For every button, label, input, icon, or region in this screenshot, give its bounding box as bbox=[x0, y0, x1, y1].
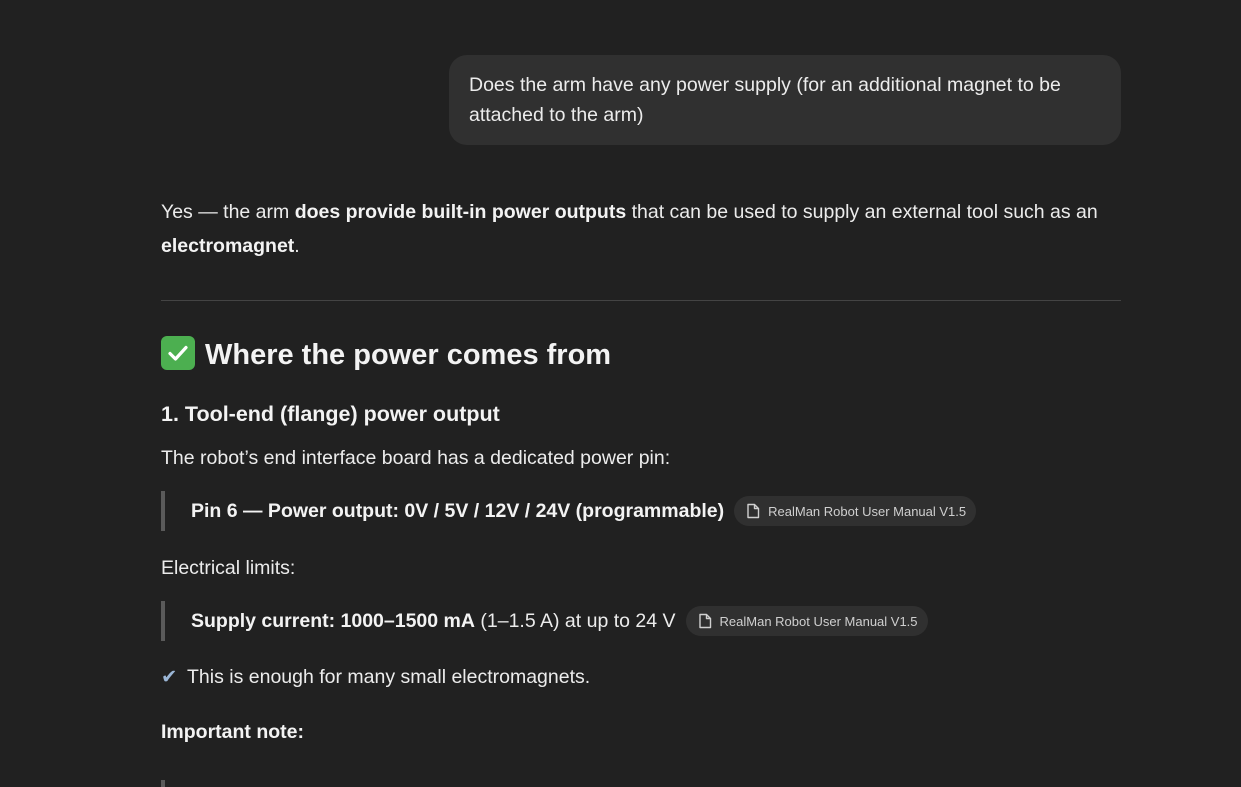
white-check-mark-icon bbox=[161, 336, 195, 370]
blockquote-cutoff bbox=[161, 780, 165, 787]
intro-bold-power-outputs: does provide built-in power outputs bbox=[294, 201, 627, 223]
answer-intro: Yes — the arm does provide built-in powe… bbox=[161, 195, 1121, 263]
blockquote-pin6: Pin 6 — Power output: 0V / 5V / 12V / 24… bbox=[161, 491, 977, 531]
citation-chip-1[interactable]: RealMan Robot User Manual V1.5 bbox=[734, 496, 977, 526]
heading-power-source: Where the power comes from bbox=[161, 334, 611, 376]
subheading-tool-end-output: 1. Tool-end (flange) power output bbox=[161, 402, 500, 426]
assistant-answer: Yes — the arm does provide built-in powe… bbox=[161, 195, 1121, 263]
blockquote-supply-current: Supply current: 1000–1500 mA (1–1.5 A) a… bbox=[161, 601, 928, 641]
citation-chip-2[interactable]: RealMan Robot User Manual V1.5 bbox=[685, 606, 928, 636]
intro-text-mid: that can be used to supply an external t… bbox=[626, 201, 1098, 223]
user-message-text: Does the arm have any power supply (for … bbox=[469, 74, 1061, 126]
check-mark-icon: ✔ bbox=[161, 666, 178, 688]
paragraph-electrical-limits: Electrical limits: bbox=[161, 557, 296, 579]
divider bbox=[161, 300, 1121, 301]
document-icon bbox=[698, 613, 711, 629]
intro-bold-electromagnet: electromagnet bbox=[161, 235, 295, 257]
cutoff-text-fragment bbox=[191, 782, 1051, 787]
check-line: ✔ This is enough for many small electroma… bbox=[161, 662, 590, 692]
important-note-label: Important note: bbox=[161, 721, 304, 743]
quote-supply-current-rest: (1–1.5 A) at up to 24 V bbox=[474, 609, 676, 632]
quote-supply-current-bold: Supply current: 1000–1500 mA bbox=[191, 609, 475, 632]
paragraph-pin: The robot’s end interface board has a de… bbox=[161, 447, 671, 469]
check-line-text: This is enough for many small electromag… bbox=[187, 666, 591, 688]
citation-2-label: RealMan Robot User Manual V1.5 bbox=[719, 613, 918, 629]
citation-1-label: RealMan Robot User Manual V1.5 bbox=[768, 503, 967, 519]
document-icon bbox=[747, 503, 760, 519]
user-message-bubble: Does the arm have any power supply (for … bbox=[449, 55, 1121, 145]
intro-period: . bbox=[294, 235, 300, 257]
intro-text: Yes — the arm bbox=[161, 201, 295, 223]
chat-page: Does the arm have any power supply (for … bbox=[0, 0, 1241, 787]
quote-pin6-text: Pin 6 — Power output: 0V / 5V / 12V / 24… bbox=[191, 499, 725, 522]
heading-power-source-text: Where the power comes from bbox=[205, 339, 612, 371]
